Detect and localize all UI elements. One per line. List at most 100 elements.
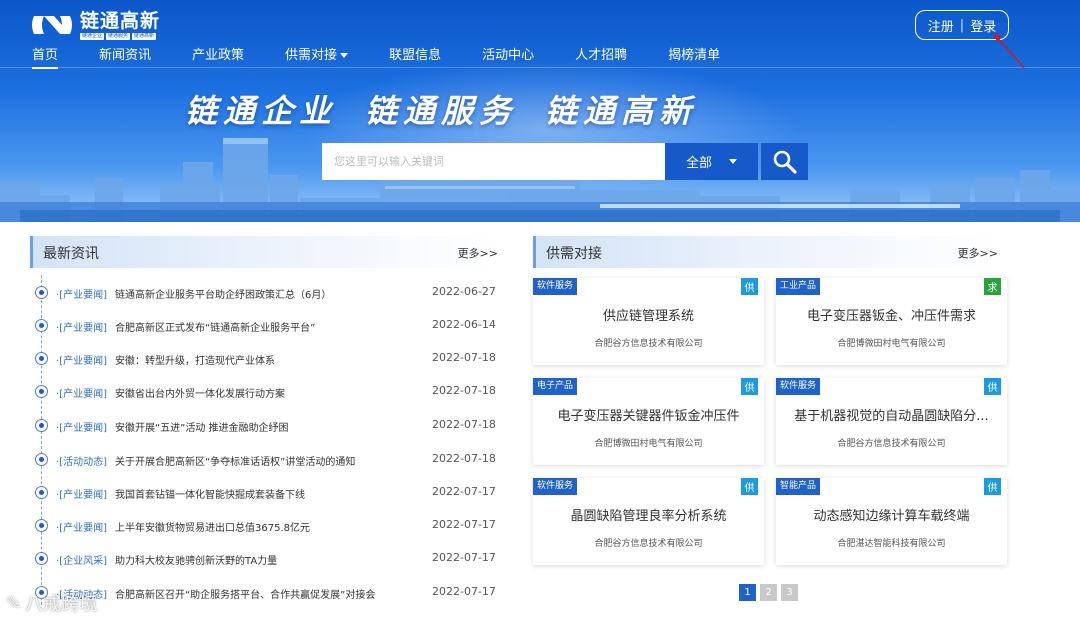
nav-label: 产业政策 — [192, 48, 245, 63]
card-company: 合肥谷方信息技术有限公司 — [837, 439, 946, 449]
news-category[interactable]: ·[产业要闻] — [56, 519, 107, 534]
timeline-dot-icon — [35, 486, 48, 499]
news-title[interactable]: 安徽开展“五进”活动 推进金融助企纾困 — [115, 419, 289, 434]
news-category[interactable]: ·[产业要闻] — [56, 385, 107, 400]
nav-item-home[interactable]: 首页 — [32, 44, 59, 69]
card-category-tag: 软件服务 — [533, 278, 578, 295]
annotation-arrow-icon — [993, 33, 1025, 69]
supply-more-link[interactable]: 更多>> — [958, 245, 998, 261]
news-category[interactable]: ·[产业要闻] — [56, 319, 107, 334]
news-item[interactable]: ·[产业要闻] 安徽省出台内外贸一体化发展行动方案 2022-07-18 — [30, 382, 500, 402]
watermark: ✎ 八戒跨境 — [6, 590, 97, 616]
news-item[interactable]: ·[产业要闻] 合肥高新区正式发布“链通高新企业服务平台” 2022-06-14 — [30, 316, 500, 336]
search-input[interactable] — [322, 143, 665, 180]
news-date: 2022-07-18 — [432, 351, 496, 364]
nav-divider — [0, 67, 1080, 68]
news-date: 2022-06-14 — [432, 318, 496, 331]
logo-tag: 链通企业 — [80, 33, 105, 40]
nav-item-policy[interactable]: 产业政策 — [192, 44, 244, 63]
logo-tag: 链通服务 — [106, 33, 131, 40]
card-title: 电子变压器关键器件钣金冲压件 — [557, 409, 740, 424]
news-title[interactable]: 助力科大校友驰骋创新沃野的TA力量 — [115, 552, 277, 567]
nav-item-supply-demand[interactable]: 供需对接 — [285, 44, 349, 63]
news-title[interactable]: 关于开展合肥高新区“争夺标准话语权”讲堂活动的通知 — [115, 453, 355, 468]
news-item[interactable]: ·[活动动态] 关于开展合肥高新区“争夺标准话语权”讲堂活动的通知 2022-0… — [30, 450, 500, 470]
infinity-logo-icon — [32, 16, 72, 34]
news-date: 2022-07-17 — [432, 485, 496, 498]
slogan-part: 链通服务 — [365, 92, 518, 130]
news-item[interactable]: ·[产业要闻] 我国首套钻锚一体化智能快掘成套装备下线 2022-07-17 — [30, 483, 500, 503]
news-title[interactable]: 安徽省出台内外贸一体化发展行动方案 — [115, 385, 285, 400]
timeline-dot-icon — [35, 552, 48, 565]
supply-panel-header: 供需对接 更多>> — [533, 236, 998, 268]
news-category[interactable]: ·[产业要闻] — [56, 486, 107, 501]
nav-label: 活动中心 — [482, 48, 535, 63]
card-title: 基于机器视觉的自动晶圆缺陷分... — [794, 409, 989, 424]
news-item[interactable]: ·[产业要闻] 链通高新企业服务平台助企纾困政策汇总（6月） 2022-06-2… — [30, 283, 500, 303]
news-title[interactable]: 合肥高新区正式发布“链通高新企业服务平台” — [115, 319, 315, 334]
news-category[interactable]: ·[企业风采] — [56, 552, 107, 567]
supply-panel-title: 供需对接 — [546, 246, 602, 262]
nav-item-alliance[interactable]: 联盟信息 — [389, 44, 441, 63]
timeline-dot-icon — [35, 352, 48, 365]
news-item[interactable]: ·[产业要闻] 安徽：转型升级，打造现代产业体系 2022-07-18 — [30, 349, 500, 369]
timeline-dot-icon — [35, 286, 48, 299]
auth-separator: | — [959, 17, 965, 33]
news-date: 2022-07-17 — [432, 585, 496, 598]
page-button-1[interactable]: 1 — [739, 584, 756, 601]
nav-label: 新闻资讯 — [99, 48, 152, 63]
supply-card[interactable]: 软件服务 供 供应链管理系统 合肥谷方信息技术有限公司 — [533, 278, 764, 365]
register-link[interactable]: 注册 — [928, 16, 954, 35]
news-category[interactable]: ·[产业要闻] — [56, 419, 107, 434]
news-date: 2022-07-18 — [432, 418, 496, 431]
card-title: 电子变压器钣金、冲压件需求 — [806, 309, 976, 324]
page-button-2[interactable]: 2 — [760, 584, 777, 601]
nav-item-news[interactable]: 新闻资讯 — [99, 44, 151, 63]
news-title[interactable]: 合肥高新区召开“助企服务搭平台、合作共赢促发展”对接会 — [115, 586, 375, 601]
page-button-3[interactable]: 3 — [781, 584, 798, 601]
search-icon — [773, 150, 797, 174]
card-category-tag: 软件服务 — [776, 378, 821, 395]
card-type-badge: 供 — [741, 278, 758, 295]
news-panel-title: 最新资讯 — [43, 246, 99, 262]
card-type-badge: 供 — [984, 478, 1001, 495]
supply-card[interactable]: 软件服务 供 晶圆缺陷管理良率分析系统 合肥谷方信息技术有限公司 — [533, 478, 764, 565]
supply-card[interactable]: 电子产品 供 电子变压器关键器件钣金冲压件 合肥博微田村电气有限公司 — [533, 378, 764, 465]
news-date: 2022-07-17 — [432, 518, 496, 531]
card-company: 合肥博微田村电气有限公司 — [837, 339, 946, 349]
news-date: 2022-07-18 — [432, 452, 496, 465]
news-date: 2022-06-27 — [432, 285, 496, 298]
nav-label: 首页 — [32, 48, 59, 63]
card-type-badge: 供 — [741, 478, 758, 495]
supply-card[interactable]: 软件服务 供 基于机器视觉的自动晶圆缺陷分... 合肥谷方信息技术有限公司 — [776, 378, 1007, 465]
search-button[interactable] — [761, 143, 808, 180]
card-title: 动态感知边缘计算车载终端 — [813, 509, 970, 524]
news-category[interactable]: ·[产业要闻] — [56, 352, 107, 367]
nav-item-challenge-list[interactable]: 揭榜清单 — [668, 44, 720, 63]
news-title[interactable]: 上半年安徽货物贸易进出口总值3675.8亿元 — [115, 519, 310, 534]
news-title[interactable]: 链通高新企业服务平台助企纾困政策汇总（6月） — [115, 286, 331, 301]
news-category[interactable]: ·[产业要闻] — [56, 286, 107, 301]
pagination: 1 2 3 — [739, 584, 798, 601]
news-item[interactable]: ·[活动动态] 合肥高新区召开“助企服务搭平台、合作共赢促发展”对接会 2022… — [30, 583, 500, 603]
nav-item-jobs[interactable]: 人才招聘 — [575, 44, 627, 63]
news-panel-header: 最新资讯 更多>> — [30, 236, 498, 268]
news-title[interactable]: 我国首套钻锚一体化智能快掘成套装备下线 — [115, 486, 305, 501]
card-category-tag: 工业产品 — [776, 278, 821, 295]
news-title[interactable]: 安徽：转型升级，打造现代产业体系 — [115, 352, 275, 367]
news-item[interactable]: ·[产业要闻] 上半年安徽货物贸易进出口总值3675.8亿元 2022-07-1… — [30, 516, 500, 536]
card-company: 合肥博微田村电气有限公司 — [594, 439, 703, 449]
logo-tags: 链通企业 链通服务 链通高新 — [80, 33, 160, 40]
caret-down-icon — [729, 159, 737, 164]
news-item[interactable]: ·[产业要闻] 安徽开展“五进”活动 推进金融助企纾困 2022-07-18 — [30, 416, 500, 436]
news-more-link[interactable]: 更多>> — [458, 245, 498, 261]
site-logo[interactable]: 链通高新 链通企业 链通服务 链通高新 — [28, 10, 160, 40]
card-type-badge: 供 — [984, 378, 1001, 395]
nav-item-events[interactable]: 活动中心 — [482, 44, 534, 63]
search-scope-select[interactable]: 全部 — [665, 143, 758, 180]
news-item[interactable]: ·[企业风采] 助力科大校友驰骋创新沃野的TA力量 2022-07-17 — [30, 549, 500, 569]
supply-card[interactable]: 工业产品 求 电子变压器钣金、冲压件需求 合肥博微田村电气有限公司 — [776, 278, 1007, 365]
news-category[interactable]: ·[活动动态] — [56, 453, 107, 468]
supply-card[interactable]: 智能产品 供 动态感知边缘计算车载终端 合肥湛达智能科技有限公司 — [776, 478, 1007, 565]
nav-label: 联盟信息 — [389, 48, 442, 63]
